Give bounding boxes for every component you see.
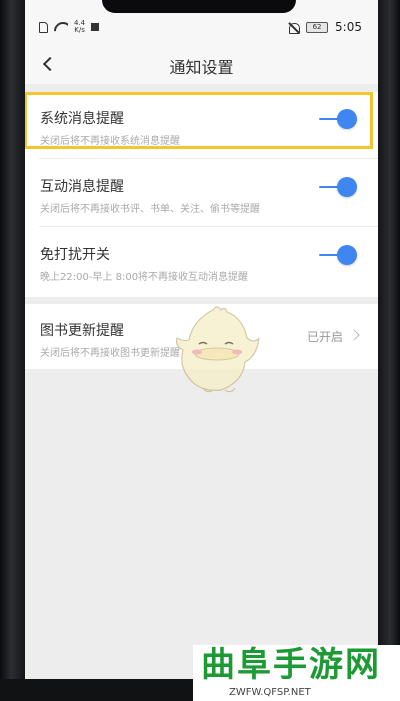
divider [39, 158, 378, 159]
phone-notch [102, 0, 296, 13]
chevron-right-icon [348, 329, 360, 341]
system-message-toggle[interactable] [319, 108, 357, 130]
setting-subtitle: 关闭后将不再接收系统消息提醒 [40, 136, 180, 147]
phone-frame-left [0, 0, 25, 701]
setting-row-do-not-disturb[interactable]: 免打扰开关 晚上22:00-早上 8:00将不再接收互动消息提醒 [25, 228, 378, 295]
page-title: 通知设置 [169, 58, 234, 77]
status-time: 5:05 [335, 20, 362, 34]
setting-row-interaction-message[interactable]: 互动消息提醒 关闭后将不再接收书评、书单、关注、偷书等提醒 [25, 160, 378, 227]
toggle-knob [337, 245, 357, 265]
book-update-title: 图书更新提醒 [40, 323, 124, 339]
app-header: 通知设置 [25, 44, 378, 84]
phone-screen: 4.4 K/s 62 5:05 通知设置 系统消息提醒 关闭后将不再接收系统消息… [25, 0, 378, 679]
bell-off-icon [288, 22, 301, 34]
setting-title: 互动消息提醒 [40, 179, 124, 195]
notification-settings-card: 系统消息提醒 关闭后将不再接收系统消息提醒 互动消息提醒 关闭后将不再接收书评、… [25, 92, 378, 297]
do-not-disturb-toggle[interactable] [319, 244, 357, 266]
book-update-status: 已开启 [306, 330, 343, 344]
setting-subtitle: 晚上22:00-早上 8:00将不再接收互动消息提醒 [40, 272, 249, 283]
toggle-knob [337, 177, 357, 197]
network-speed-unit: K/s [74, 26, 85, 34]
section-gap [25, 84, 378, 92]
setting-row-system-message[interactable]: 系统消息提醒 关闭后将不再接收系统消息提醒 [25, 92, 378, 159]
mascot-chick-icon [176, 306, 260, 393]
interaction-message-toggle[interactable] [319, 176, 357, 198]
watermark-brand: 曲阜手游网 [201, 645, 381, 685]
watermark-url: ZWFW.QFSP.NET [229, 687, 311, 698]
network-speed: 4.4 K/s [74, 20, 85, 34]
battery-level: 62 [306, 21, 329, 33]
wifi-icon [54, 22, 68, 32]
notification-square-icon [91, 23, 100, 31]
divider [39, 226, 378, 227]
watermark: 曲阜手游网 ZWFW.QFSP.NET [193, 645, 400, 701]
phone-frame-right [378, 0, 400, 701]
book-update-subtitle: 关闭后将不再接收图书更新提醒 [40, 348, 180, 359]
setting-subtitle: 关闭后将不再接收书评、书单、关注、偷书等提醒 [40, 204, 260, 215]
toggle-knob [337, 109, 357, 129]
sim-card-icon [39, 21, 48, 33]
setting-title: 免打扰开关 [40, 247, 110, 263]
setting-title: 系统消息提醒 [40, 111, 124, 127]
